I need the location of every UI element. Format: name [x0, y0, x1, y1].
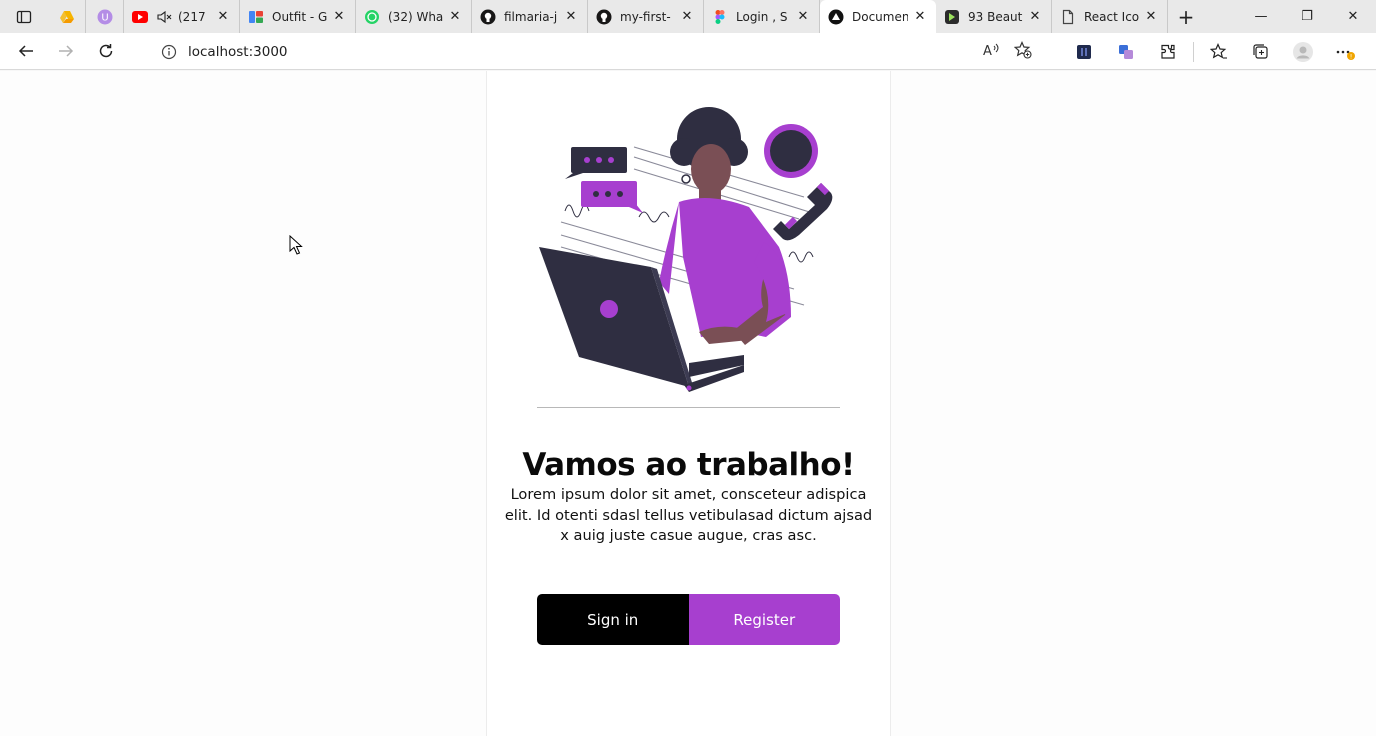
close-icon[interactable]: ✕: [1143, 9, 1159, 25]
tab-outfit-google-fonts[interactable]: Outfit - G ✕: [240, 0, 356, 33]
document-icon: [1060, 9, 1076, 25]
tab-github-filmaria[interactable]: filmaria-j ✕: [472, 0, 588, 33]
pinned-extension-icon: U: [97, 9, 112, 24]
close-icon[interactable]: ✕: [563, 9, 579, 25]
tab-title: Outfit - G: [272, 9, 327, 24]
page-viewport: Vamos ao trabalho! Lorem ipsum dolor sit…: [0, 71, 1376, 736]
puzzle-icon: [1161, 44, 1175, 59]
figma-icon: [712, 9, 728, 25]
tab-title: Login , S: [736, 9, 788, 24]
dribbble-like-icon: [944, 9, 960, 25]
extension-button[interactable]: [1105, 33, 1147, 70]
close-icon[interactable]: ✕: [795, 9, 811, 25]
arrow-left-icon: [18, 45, 33, 57]
forward-button[interactable]: [46, 33, 86, 70]
svg-text:A: A: [983, 44, 992, 58]
close-icon[interactable]: ✕: [331, 9, 347, 25]
address-url: localhost:3000: [188, 43, 288, 60]
extensions-button[interactable]: [1147, 33, 1189, 70]
whatsapp-icon: [364, 9, 380, 25]
tab-github-my-first[interactable]: my-first- ✕: [588, 0, 704, 33]
toolbar-separator: [1193, 41, 1194, 62]
pinned-tab-drive[interactable]: [48, 0, 86, 33]
more-dots-icon: !: [1336, 50, 1355, 60]
tab-title: 93 Beaut: [968, 9, 1023, 24]
extension-color-icon: [1119, 44, 1133, 59]
tab-title: (32) Wha: [388, 9, 443, 24]
welcome-card: Vamos ao trabalho! Lorem ipsum dolor sit…: [486, 71, 891, 736]
github-icon: [596, 9, 612, 25]
arrow-right-icon: [59, 45, 74, 57]
address-bar[interactable]: localhost:3000 A: [146, 37, 1044, 66]
register-button[interactable]: Register: [688, 594, 840, 645]
close-icon[interactable]: ✕: [447, 9, 463, 25]
tab-whatsapp[interactable]: (32) Wha ✕: [356, 0, 472, 33]
avatar-icon: [1293, 41, 1313, 62]
collections-button[interactable]: [1240, 33, 1282, 70]
tab-title: React Ico: [1084, 9, 1139, 24]
mouse-cursor-icon: [289, 235, 303, 255]
read-aloud-icon[interactable]: A: [982, 42, 1000, 62]
tab-title: Documen: [852, 9, 908, 24]
tab-title: (217: [178, 9, 206, 24]
refresh-button[interactable]: [86, 33, 126, 70]
tab-title: filmaria-j: [504, 9, 558, 24]
close-icon: ✕: [1347, 9, 1359, 24]
profile-button[interactable]: [1282, 33, 1324, 70]
muted-speaker-icon[interactable]: [156, 9, 172, 25]
favorites-button[interactable]: [1198, 33, 1240, 70]
tab-93-beautiful[interactable]: 93 Beaut ✕: [936, 0, 1052, 33]
browser-toolbar: localhost:3000 A !: [0, 33, 1376, 70]
refresh-icon: [99, 44, 113, 58]
google-fonts-icon: [248, 9, 264, 25]
collections-icon: [1253, 43, 1268, 59]
divider: [537, 407, 840, 408]
close-icon[interactable]: ✕: [1027, 9, 1043, 25]
extension-dark-icon: [1077, 44, 1091, 59]
site-info-icon[interactable]: [154, 44, 184, 60]
react-app-icon: [828, 9, 844, 25]
working-woman-illustration: [539, 107, 833, 392]
back-button[interactable]: [6, 33, 46, 70]
close-icon[interactable]: ✕: [679, 9, 695, 25]
plus-icon: +: [1177, 4, 1195, 29]
toolbar-extensions: !: [1063, 33, 1366, 70]
extension-button[interactable]: [1063, 33, 1105, 70]
sidebar-toggle-icon: [16, 10, 32, 23]
pinned-tab-extension[interactable]: U: [86, 0, 124, 33]
minimize-icon: —: [1254, 9, 1268, 24]
favorites-star-icon: [1210, 42, 1227, 59]
google-drive-icon: [59, 10, 74, 23]
close-icon[interactable]: ✕: [215, 9, 231, 25]
svg-text:U: U: [101, 12, 108, 23]
restore-icon: ❐: [1301, 9, 1313, 24]
minimize-button[interactable]: —: [1238, 0, 1284, 33]
svg-text:!: !: [1350, 52, 1353, 60]
tab-react-icons[interactable]: React Ico ✕: [1052, 0, 1168, 33]
page-description: Lorem ipsum dolor sit amet, consceteur a…: [504, 486, 873, 544]
tab-figma-login[interactable]: Login , S ✕: [704, 0, 820, 33]
auth-button-group: Sign in Register: [537, 594, 840, 645]
close-window-button[interactable]: ✕: [1330, 0, 1376, 33]
settings-menu-button[interactable]: !: [1324, 33, 1366, 70]
tab-actions-button[interactable]: [0, 0, 48, 33]
sign-in-button[interactable]: Sign in: [537, 594, 689, 645]
restore-button[interactable]: ❐: [1284, 0, 1330, 33]
close-icon[interactable]: ✕: [912, 9, 928, 25]
tab-title: my-first-: [620, 9, 671, 24]
new-tab-button[interactable]: +: [1168, 0, 1204, 33]
github-icon: [480, 9, 496, 25]
tab-strip: U (217 ✕ Outfit - G ✕ (32) Wha ✕ filmari…: [0, 0, 1376, 33]
window-controls: — ❐ ✕: [1238, 0, 1376, 33]
tab-youtube[interactable]: (217 ✕: [124, 0, 240, 33]
page-title: Vamos ao trabalho!: [522, 447, 855, 483]
youtube-icon: [132, 9, 148, 25]
add-favorite-icon[interactable]: [1013, 40, 1032, 63]
tab-document-active[interactable]: Documen ✕: [820, 0, 936, 33]
